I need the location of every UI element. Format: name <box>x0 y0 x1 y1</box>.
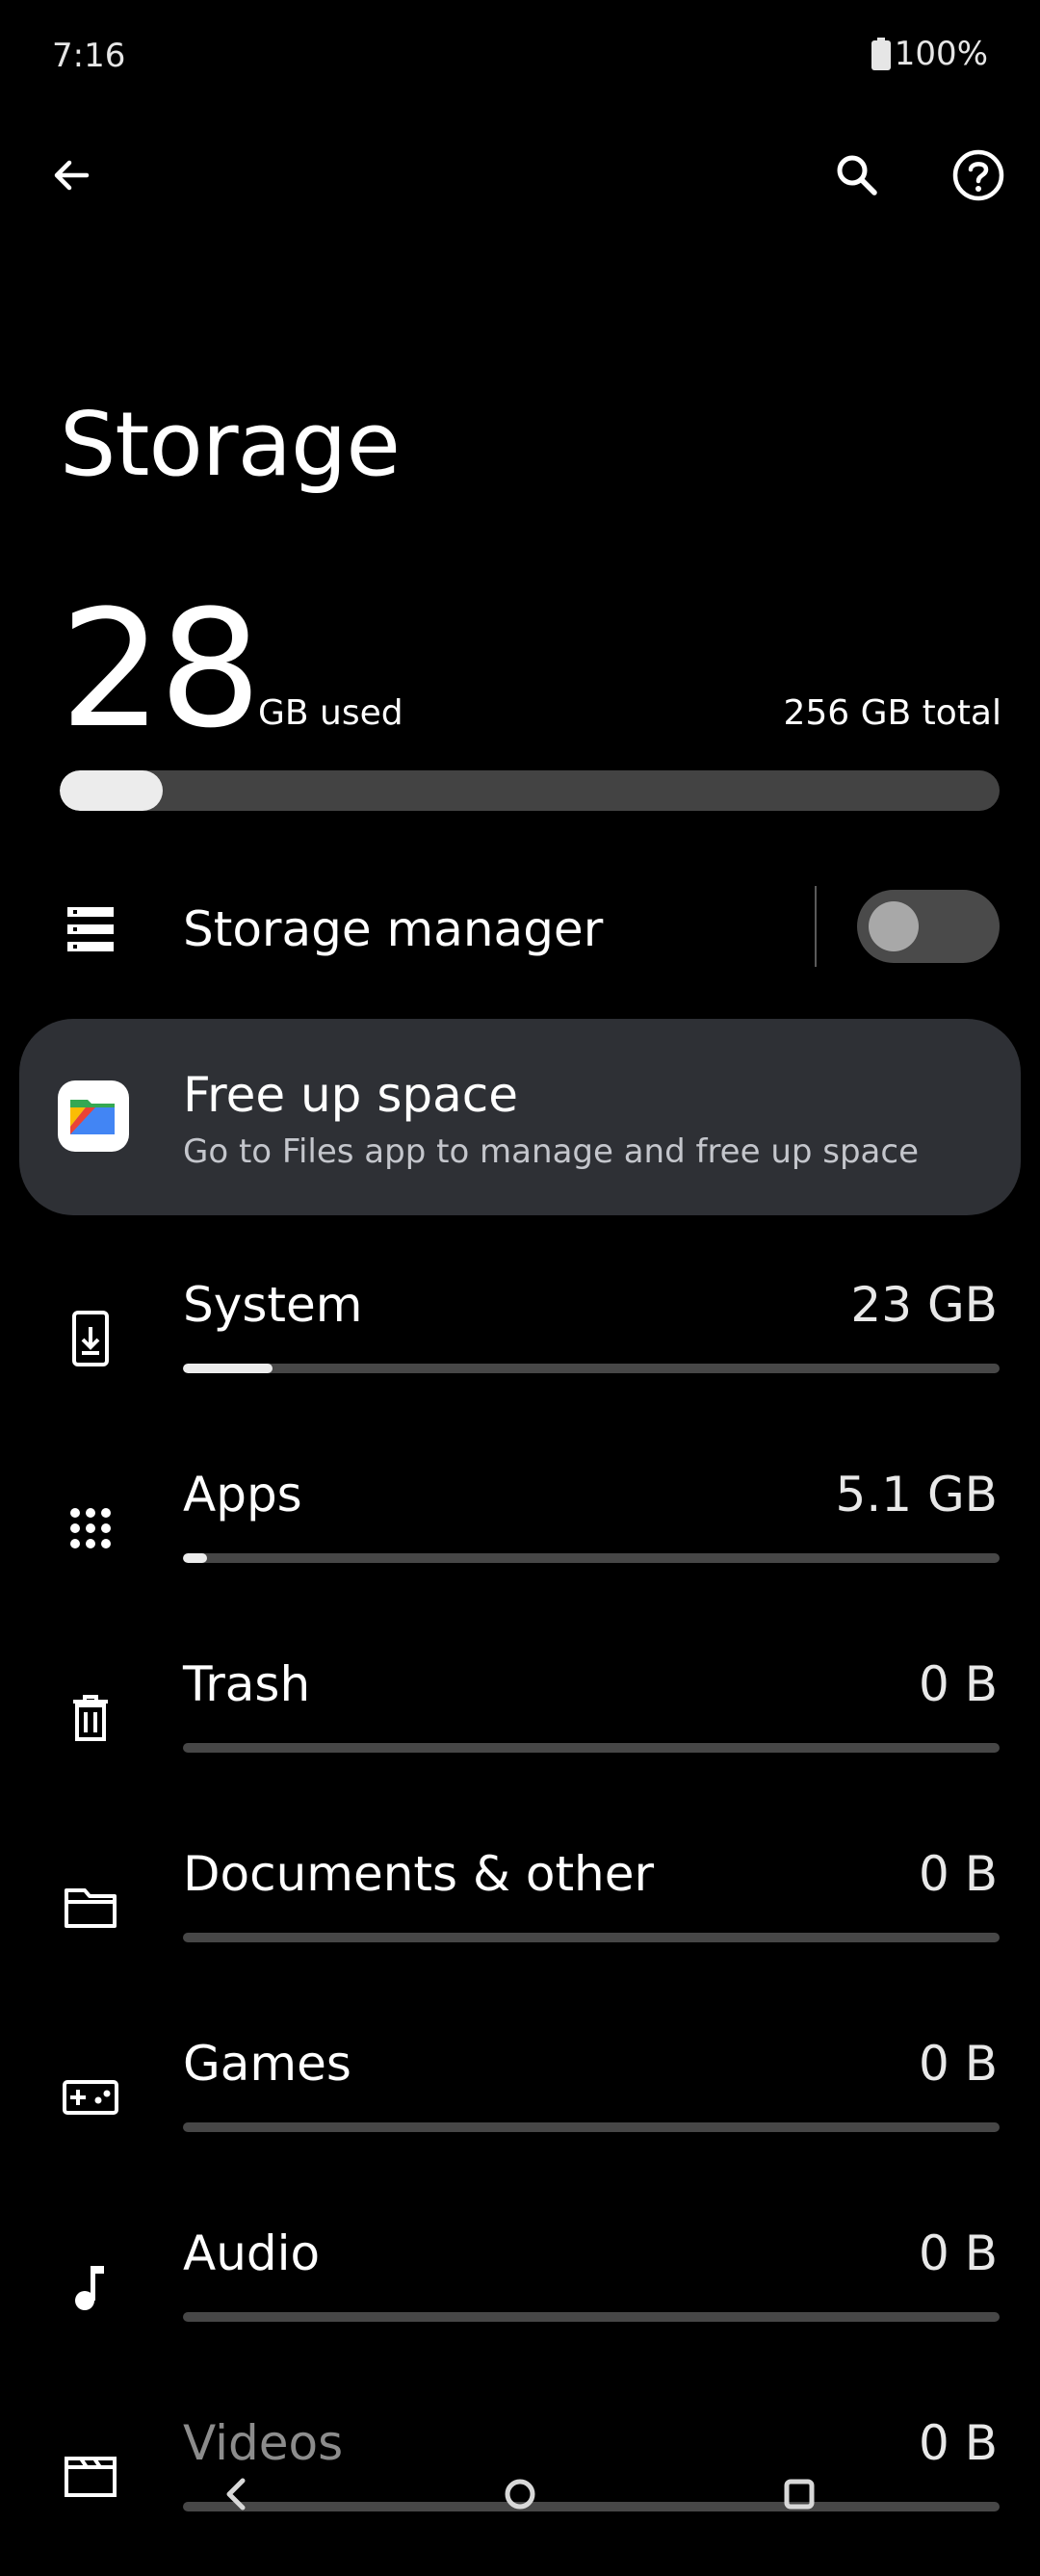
category-usage-bar <box>183 1553 1000 1563</box>
category-row-documents[interactable]: Documents & other 0 B <box>0 1817 1040 2007</box>
music-note-icon <box>60 2256 121 2318</box>
category-label: Documents & other <box>183 1846 655 1902</box>
total-capacity: 256 GB total <box>783 693 1001 733</box>
gamepad-icon <box>60 2067 121 2128</box>
category-label: Apps <box>183 1467 302 1522</box>
category-row-games[interactable]: Games 0 B <box>0 2007 1040 2197</box>
storage-usage-bar <box>60 770 1000 811</box>
storage-usage-summary: 28 GB used 256 GB total <box>60 575 1001 764</box>
system-nav-bar <box>0 2446 1040 2542</box>
category-size: 5.1 GB <box>835 1467 998 1522</box>
status-bar: 7:16 100% <box>0 0 1040 116</box>
nav-back-icon <box>226 2478 246 2511</box>
category-usage-bar <box>183 1743 1000 1753</box>
trash-icon <box>60 1687 121 1749</box>
free-up-space-subtitle: Go to Files app to manage and free up sp… <box>183 1132 920 1171</box>
category-size: 0 B <box>918 2225 998 2281</box>
nav-home-button[interactable] <box>481 2456 559 2533</box>
help-icon <box>952 149 1004 201</box>
category-row-trash[interactable]: Trash 0 B <box>0 1627 1040 1817</box>
status-time: 7:16 <box>52 37 126 75</box>
battery-icon <box>871 38 891 70</box>
nav-back-button[interactable] <box>197 2456 274 2533</box>
phone-download-icon <box>60 1308 121 1369</box>
nav-recents-icon <box>784 2479 815 2510</box>
nav-recents-button[interactable] <box>761 2456 838 2533</box>
category-usage-bar-fill <box>183 1553 208 1563</box>
folder-icon <box>60 1877 121 1939</box>
files-app-icon <box>58 1080 129 1152</box>
battery-percent: 100% <box>894 35 988 73</box>
storage-manager-label: Storage manager <box>183 901 604 957</box>
category-usage-bar <box>183 2312 1000 2322</box>
top-app-bar <box>0 125 1040 225</box>
category-usage-bar <box>183 1364 1000 1373</box>
toggle-knob <box>869 901 919 951</box>
search-icon <box>837 155 877 195</box>
category-size: 0 B <box>918 1846 998 1902</box>
free-up-space-title: Free up space <box>183 1067 518 1123</box>
battery-indicator: 100% <box>871 35 988 73</box>
nav-home-icon <box>505 2479 535 2510</box>
free-up-space-card[interactable]: Free up space Go to Files app to manage … <box>19 1019 1021 1215</box>
category-size: 0 B <box>918 2036 998 2092</box>
category-size: 23 GB <box>850 1277 998 1333</box>
back-button[interactable] <box>33 137 110 214</box>
page-title: Storage <box>60 393 401 496</box>
storage-usage-bar-fill <box>60 770 164 811</box>
category-label: Games <box>183 2036 351 2092</box>
used-unit-label: GB used <box>258 693 403 733</box>
apps-grid-icon <box>60 1497 121 1559</box>
category-label: Audio <box>183 2225 321 2281</box>
search-button[interactable] <box>819 137 896 214</box>
category-row-audio[interactable]: Audio 0 B <box>0 2197 1040 2386</box>
category-usage-bar-fill <box>183 1364 273 1373</box>
category-usage-bar <box>183 1933 1000 1942</box>
back-arrow-icon <box>54 160 90 191</box>
storage-manager-icon <box>60 898 121 960</box>
category-row-system[interactable]: System 23 GB <box>0 1248 1040 1438</box>
category-size: 0 B <box>918 1656 998 1712</box>
storage-manager-toggle[interactable] <box>857 890 1000 963</box>
divider <box>815 886 817 967</box>
category-label: Trash <box>183 1656 311 1712</box>
category-row-apps[interactable]: Apps 5.1 GB <box>0 1438 1040 1627</box>
used-amount: 28 <box>60 575 262 764</box>
storage-manager-row[interactable]: Storage manager <box>0 867 1040 992</box>
category-usage-bar <box>183 2122 1000 2132</box>
help-button[interactable] <box>940 137 1017 214</box>
category-label: System <box>183 1277 363 1333</box>
